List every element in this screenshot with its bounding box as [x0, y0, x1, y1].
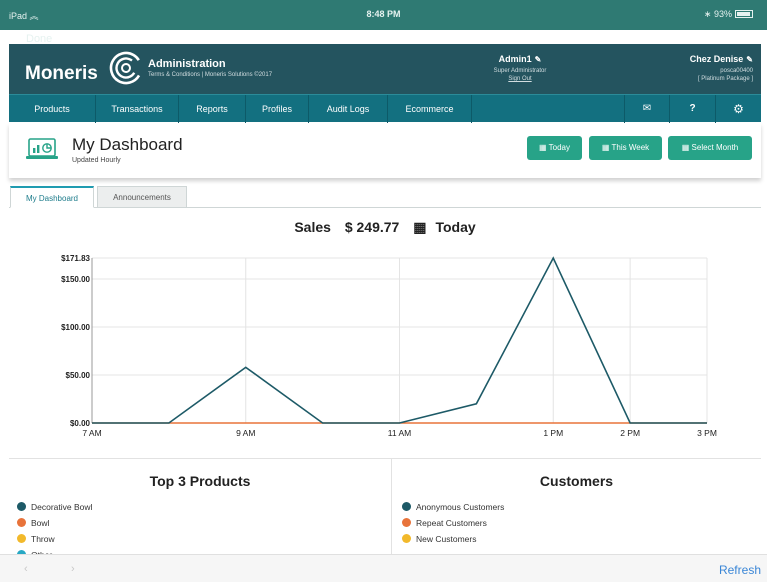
legend-dot	[402, 502, 411, 511]
x-tick-label: 1 PM	[543, 428, 563, 438]
legend-label: Throw	[31, 534, 55, 544]
store-id: posca00400	[720, 68, 753, 74]
store-block: Chez Denise ✎ posca00400 [ Platinum Packa…	[690, 54, 753, 82]
top-products-title: Top 3 Products	[149, 473, 251, 489]
app-header: Moneris Administration Terms & Condition…	[9, 44, 761, 94]
legend-label: New Customers	[416, 534, 477, 544]
browser-bottom-bar: ‹ › Refresh	[0, 554, 767, 582]
nav-ecommerce[interactable]: Ecommerce	[388, 95, 472, 123]
moneris-logo-icon	[109, 51, 143, 85]
legend-dot	[402, 534, 411, 543]
nav-profiles[interactable]: Profiles	[246, 95, 309, 123]
gear-icon[interactable]: ⚙	[715, 95, 761, 123]
user-name: Admin1	[498, 54, 532, 64]
page-title: My Dashboard	[72, 135, 183, 154]
tab-my-dashboard[interactable]: My Dashboard	[10, 186, 94, 208]
forward-arrow-icon[interactable]: ›	[71, 563, 75, 575]
bluetooth-icon: ∗	[703, 9, 712, 19]
calendar-icon: ▦	[539, 143, 547, 152]
legend-item: New Customers	[402, 531, 761, 547]
sales-chart-panel: Sales $ 249.77 ▦ Today 7 AM 9 AM 11 AM 1 PM 2…	[9, 208, 761, 458]
legend-dot	[17, 518, 26, 527]
pencil-icon[interactable]: ✎	[746, 55, 753, 64]
x-tick-label: 7 AM	[82, 428, 101, 438]
summary-panels: Top 3 Products Decorative Bowl Bowl Thro…	[9, 458, 761, 560]
pencil-icon[interactable]: ✎	[535, 55, 542, 64]
customers-title: Customers	[539, 473, 614, 489]
nav-reports[interactable]: Reports	[179, 95, 246, 123]
y-tick-label: $50.00	[66, 371, 91, 380]
ios-status-bar: iPad ︽ 8:48 PM ∗ 93%	[0, 0, 767, 30]
legend-item: Anonymous Customers	[402, 499, 761, 515]
app-root: iPad ︽ 8:48 PM ∗ 93% Done Moneris Admini…	[0, 0, 767, 582]
user-block: Admin1 ✎ Super Administrator Sign Out	[445, 54, 595, 82]
legend-label: Anonymous Customers	[416, 502, 505, 512]
y-tick-label: $100.00	[61, 323, 90, 332]
page-subtitle: Updated Hourly	[72, 157, 121, 164]
legend-item: Repeat Customers	[402, 515, 761, 531]
dashboard-tabs: My Dashboard Announcements	[9, 186, 761, 208]
this-week-button[interactable]: ▦ This Week	[589, 136, 662, 160]
page-header: My Dashboard Updated Hourly ▦ Today ▦ Th…	[9, 123, 761, 178]
terms-link[interactable]: Terms & Conditions | Moneris Solutions ©…	[148, 72, 272, 78]
legend-item: Bowl	[17, 515, 391, 531]
customers-legend: Anonymous Customers Repeat Customers New…	[392, 499, 761, 547]
y-tick-label: $0.00	[70, 419, 91, 428]
select-month-button[interactable]: ▦ Select Month	[668, 136, 752, 160]
mail-icon[interactable]: ✉	[624, 95, 669, 123]
select-month-label: Select Month	[691, 143, 739, 152]
store-name: Chez Denise	[689, 54, 744, 64]
store-name-row: Chez Denise ✎	[690, 54, 753, 64]
legend-item: Decorative Bowl	[17, 499, 391, 515]
main-nav: Products Transactions Reports Profiles A…	[9, 94, 761, 123]
legend-item: Throw	[17, 531, 391, 547]
top-products-panel: Top 3 Products Decorative Bowl Bowl Thro…	[9, 459, 392, 560]
legend-dot	[17, 502, 26, 511]
refresh-button[interactable]: Refresh	[719, 563, 761, 577]
customers-panel: Customers Anonymous Customers Repeat Cus…	[392, 459, 761, 555]
legend-dot	[402, 518, 411, 527]
user-name-row: Admin1 ✎	[445, 54, 595, 64]
this-week-label: This Week	[611, 143, 650, 152]
sales-line-chart: 7 AM 9 AM 11 AM 1 PM 2 PM 3 PM $171.83 $150.00 $…	[61, 254, 717, 438]
sign-out-link[interactable]: Sign Out	[445, 76, 595, 82]
user-role: Super Administrator	[493, 68, 547, 74]
x-tick-label: 2 PM	[620, 428, 640, 438]
moneris-logo-text: Moneris	[25, 63, 98, 84]
nav-audit-logs[interactable]: Audit Logs	[309, 95, 388, 123]
back-arrow-icon[interactable]: ‹	[24, 563, 28, 575]
calendar-icon: ▦	[681, 143, 690, 152]
today-button[interactable]: ▦ Today	[527, 136, 582, 160]
x-tick-label: 9 AM	[236, 428, 255, 438]
administration-title: Administration	[148, 58, 226, 70]
battery-icon	[735, 10, 753, 18]
dashboard-icon	[26, 138, 58, 159]
nav-transactions[interactable]: Transactions	[96, 95, 179, 123]
legend-label: Decorative Bowl	[31, 502, 93, 512]
clock: 8:48 PM	[366, 9, 401, 19]
y-tick-label: $150.00	[61, 275, 90, 284]
calendar-icon: ▦	[601, 143, 610, 152]
legend-dot	[17, 534, 26, 543]
tab-announcements[interactable]: Announcements	[97, 186, 187, 208]
battery-indicator: ∗ 93%	[704, 9, 753, 20]
battery-percent: 93%	[713, 9, 732, 19]
legend-label: Bowl	[31, 518, 50, 528]
store-package: [ Platinum Package ]	[697, 76, 753, 82]
y-tick-label: $171.83	[61, 254, 90, 263]
x-tick-label: 11 AM	[388, 428, 411, 438]
help-icon[interactable]: ?	[669, 95, 715, 123]
x-tick-label: 3 PM	[697, 428, 717, 438]
today-label: Today	[548, 143, 570, 152]
nav-products[interactable]: Products	[9, 95, 96, 123]
legend-label: Repeat Customers	[416, 518, 487, 528]
